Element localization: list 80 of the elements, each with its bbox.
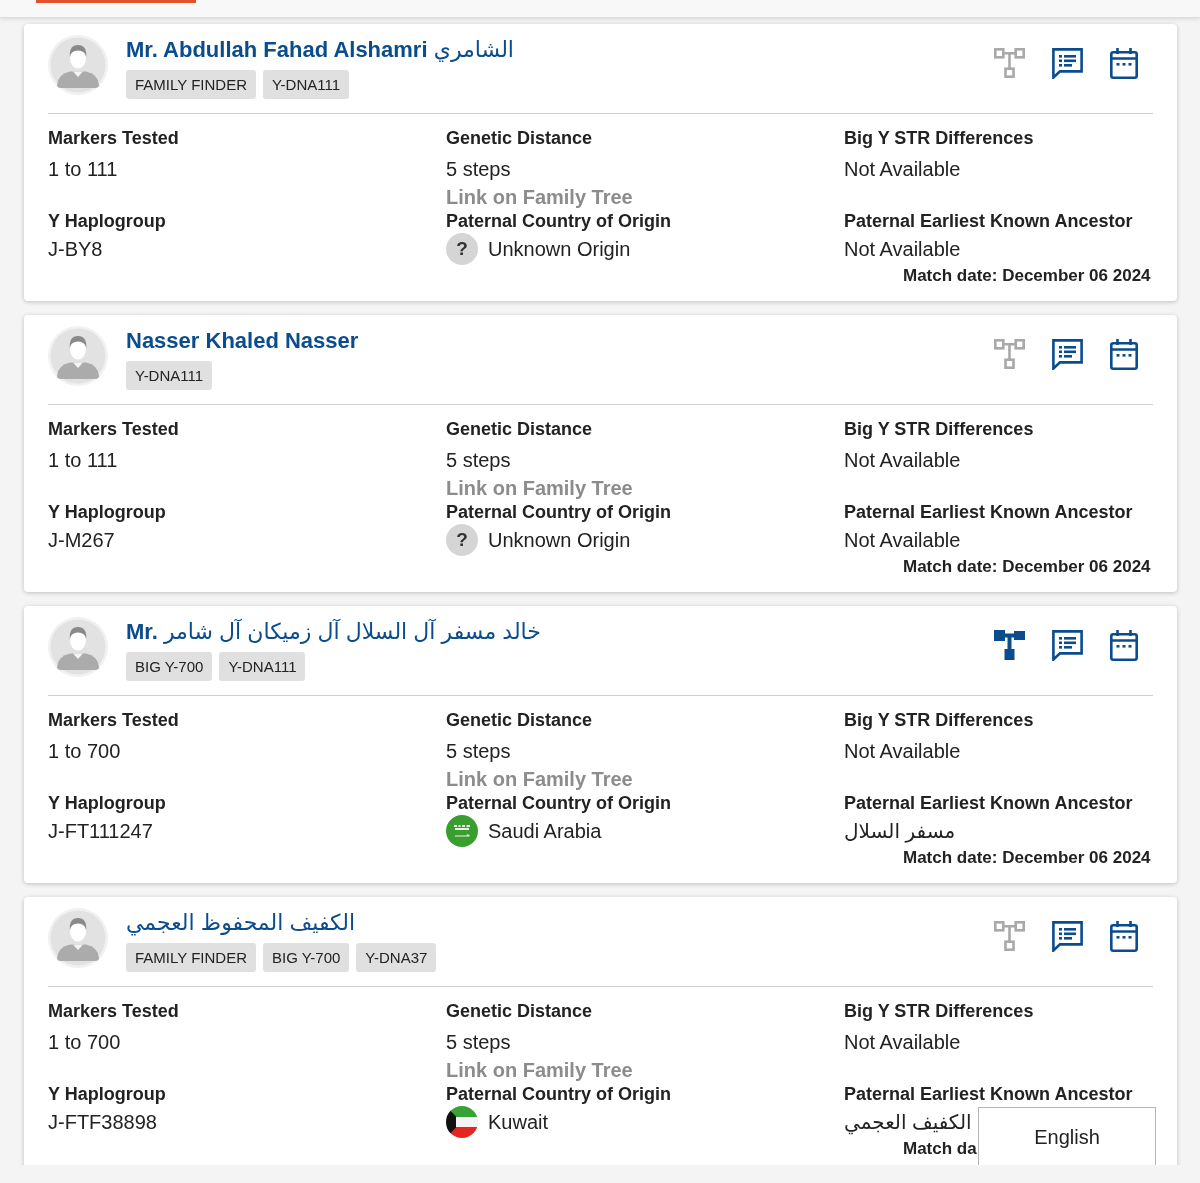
calendar-icon[interactable]: [1110, 630, 1138, 661]
test-tag: Y-DNA111: [126, 361, 213, 390]
field-label: Y Haplogroup: [48, 503, 166, 523]
country-name: Kuwait: [488, 1110, 549, 1134]
country-name: Saudi Arabia: [488, 819, 602, 843]
field-label: Genetic Distance: [446, 420, 593, 440]
field-label: Paternal Earliest Known Ancestor: [844, 503, 1133, 523]
avatar-silhouette-icon: [48, 326, 108, 386]
field-value: 1 to 700: [48, 739, 121, 763]
field-label: Markers Tested: [48, 1002, 179, 1022]
unknown-origin-badge: ?: [446, 524, 478, 556]
field-label: Paternal Country of Origin: [446, 503, 672, 523]
avatar-silhouette-icon: [48, 908, 108, 968]
field-value: 5 steps: [446, 157, 511, 181]
field-value: J-BY8: [48, 237, 103, 261]
match-name-link[interactable]: الكفيف المحفوظ العجمي: [126, 908, 355, 938]
match-date: Match da: [903, 1139, 977, 1159]
match-date: Match date: December 06 2024: [903, 848, 1151, 868]
test-tag: FAMILY FINDER: [126, 70, 256, 99]
match-date: Match date: December 06 2024: [903, 266, 1151, 286]
field-value: 1 to 700: [48, 1030, 121, 1054]
field-label: Paternal Earliest Known Ancestor: [844, 212, 1133, 232]
field-value: J-FT111247: [48, 819, 153, 843]
test-tag: Y-DNA111: [219, 652, 306, 681]
field-label: Paternal Country of Origin: [446, 794, 672, 814]
field-label: Markers Tested: [48, 420, 179, 440]
saudi-flag-icon: [446, 815, 478, 847]
country-name: Unknown Origin: [488, 528, 631, 552]
kuwait-flag-icon: [446, 1106, 478, 1138]
test-tag: BIG Y-700: [126, 652, 213, 681]
field-value: Not Available: [844, 157, 961, 181]
test-tag: Y-DNA111: [262, 70, 350, 99]
unknown-origin-badge: ?: [446, 233, 478, 265]
chat-list-icon[interactable]: [1052, 48, 1083, 79]
field-value: 1 to 111: [48, 157, 118, 181]
field-label: Markers Tested: [48, 711, 179, 731]
avatar-silhouette-icon: [48, 35, 108, 95]
test-tag: Y-DNA37: [356, 943, 437, 972]
calendar-icon[interactable]: [1110, 339, 1138, 370]
field-value: Not Available: [844, 237, 961, 261]
field-value: J-FTF38898: [48, 1110, 157, 1134]
field-label: Y Haplogroup: [48, 212, 166, 232]
field-label: Genetic Distance: [446, 1002, 593, 1022]
chat-list-icon[interactable]: [1052, 921, 1083, 952]
test-tag: BIG Y-700: [262, 943, 350, 972]
match-name-link[interactable]: Nasser Khaled Nasser: [126, 326, 359, 356]
field-value: Not Available: [844, 528, 961, 552]
language-option[interactable]: English: [1034, 1125, 1100, 1149]
calendar-icon[interactable]: [1110, 921, 1138, 952]
field-label: Big Y STR Differences: [844, 420, 1034, 440]
field-label: Genetic Distance: [446, 711, 593, 731]
field-label: Paternal Earliest Known Ancestor: [844, 1085, 1133, 1105]
field-label: Big Y STR Differences: [844, 1002, 1034, 1022]
field-label: Y Haplogroup: [48, 1085, 166, 1105]
chat-list-icon[interactable]: [1052, 630, 1083, 661]
field-label: Paternal Country of Origin: [446, 1085, 672, 1105]
field-value: مسفر السلال: [844, 819, 956, 843]
match-date: Match date: December 06 2024: [903, 557, 1151, 577]
country-name: Unknown Origin: [488, 237, 631, 261]
field-label: Genetic Distance: [446, 129, 593, 149]
field-value: Not Available: [844, 1030, 961, 1054]
chat-list-icon[interactable]: [1052, 339, 1083, 370]
field-label: Markers Tested: [48, 129, 179, 149]
calendar-icon[interactable]: [1110, 48, 1138, 79]
tree-icon[interactable]: [994, 630, 1025, 660]
field-label: Paternal Country of Origin: [446, 212, 672, 232]
field-label: Big Y STR Differences: [844, 711, 1034, 731]
field-value: J-M267: [48, 528, 115, 552]
test-tag: FAMILY FINDER: [126, 943, 256, 972]
field-label: Y Haplogroup: [48, 794, 166, 814]
field-value: 5 steps: [446, 448, 511, 472]
field-value: 5 steps: [446, 739, 511, 763]
field-value: Not Available: [844, 739, 961, 763]
field-value: Not Available: [844, 448, 961, 472]
avatar-silhouette-icon: [48, 617, 108, 677]
field-label: Big Y STR Differences: [844, 129, 1034, 149]
field-label: Paternal Earliest Known Ancestor: [844, 794, 1133, 814]
field-value: 1 to 111: [48, 448, 118, 472]
field-value: 5 steps: [446, 1030, 511, 1054]
field-value: الكفيف العجمي: [844, 1110, 972, 1134]
